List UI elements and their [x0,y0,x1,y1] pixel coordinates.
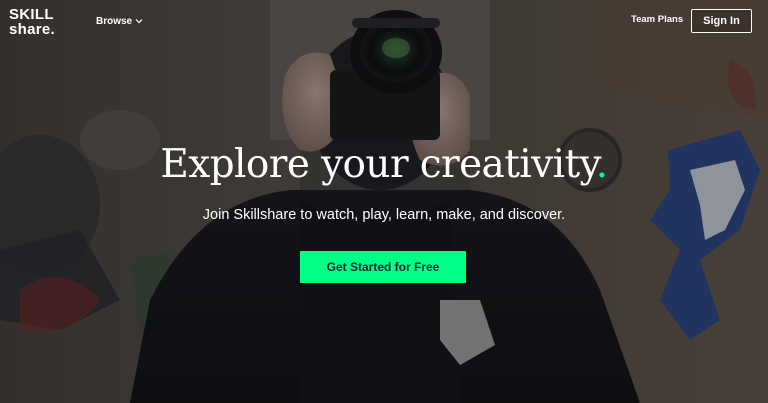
hero-headline-dot: . [595,142,608,187]
get-started-button[interactable]: Get Started for Free [300,251,466,283]
logo-text-line2: share. [9,21,55,38]
site-header: SKILL share. Browse Team Plans Sign In [0,0,768,46]
logo-text-line1: SKILL [9,6,54,23]
sign-in-button[interactable]: Sign In [691,9,752,33]
browse-menu-button[interactable]: Browse [96,14,143,28]
hero-headline-text: Explore your creativity [160,142,596,187]
hero-subheadline: Join Skillshare to watch, play, learn, m… [202,207,566,223]
hero-headline: Explore your creativity. [0,140,768,190]
skillshare-logo[interactable]: SKILL share. [9,7,75,41]
browse-label: Browse [96,15,133,27]
chevron-down-icon [135,19,143,24]
hero-background-image [0,0,768,403]
team-plans-link[interactable]: Team Plans [631,14,683,25]
